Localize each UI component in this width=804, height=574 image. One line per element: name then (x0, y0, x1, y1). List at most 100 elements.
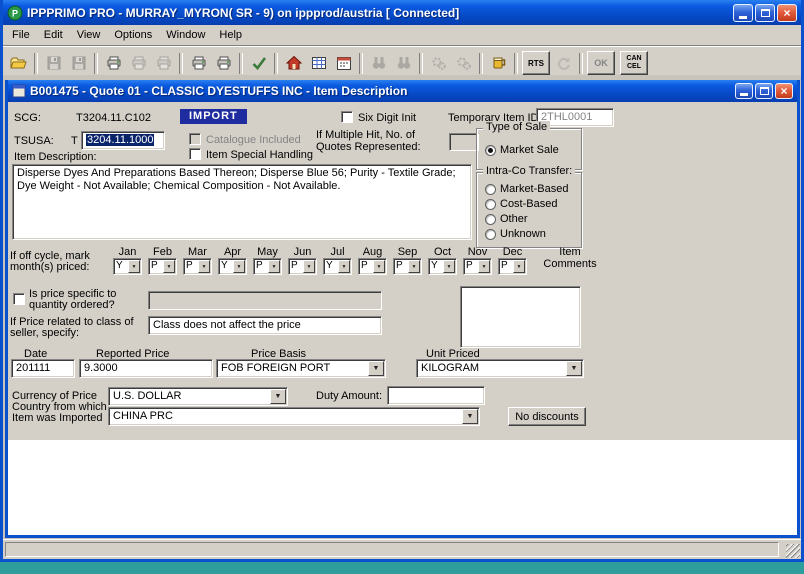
stein-icon[interactable] (486, 51, 511, 76)
resize-grip[interactable] (786, 544, 800, 558)
chevron-down-icon[interactable]: ▼ (268, 260, 280, 273)
country-label-line2: Item was Imported (12, 412, 102, 424)
month-jan-select[interactable]: Y▼ (113, 258, 142, 275)
chevron-down-icon[interactable]: ▼ (462, 409, 478, 424)
month-dec-select[interactable]: P▼ (498, 258, 527, 275)
menu-file[interactable]: File (5, 27, 37, 43)
month-jun-value: P (289, 259, 302, 274)
main-window: P IPPPRIMO PRO - MURRAY_MYRON( SR - 9) o… (0, 0, 804, 562)
document-icon (12, 84, 26, 98)
item-description-textarea[interactable]: Disperse Dyes And Preparations Based The… (12, 164, 472, 240)
menu-options[interactable]: Options (107, 27, 159, 43)
chevron-down-icon[interactable]: ▼ (566, 361, 582, 376)
price-specific-qty-checkbox[interactable] (13, 293, 25, 305)
six-digit-init-checkbox[interactable] (341, 111, 353, 123)
unit-priced-value: KILOGRAM (417, 360, 565, 377)
item-special-handling-checkbox[interactable] (189, 148, 201, 160)
other-radio-row[interactable]: Other (485, 213, 528, 225)
month-nov-value: P (464, 259, 477, 274)
scg-label: SCG: (14, 112, 41, 124)
unknown-radio-row[interactable]: Unknown (485, 228, 546, 240)
month-feb-select[interactable]: P▼ (148, 258, 177, 275)
chevron-down-icon[interactable]: ▼ (303, 260, 315, 273)
unit-priced-select[interactable]: KILOGRAM ▼ (416, 359, 584, 378)
market-based-radio-row[interactable]: Market-Based (485, 183, 568, 195)
chevron-down-icon[interactable]: ▼ (443, 260, 455, 273)
cost-based-radio-row[interactable]: Cost-Based (485, 198, 557, 210)
class-of-seller-field[interactable]: Class does not affect the price (148, 316, 382, 335)
tsusa-field[interactable]: 3204.11.1000 (81, 131, 165, 150)
month-nov-select[interactable]: P▼ (463, 258, 492, 275)
market-sale-radio-row[interactable]: Market Sale (485, 144, 559, 156)
month-jul-select[interactable]: Y▼ (323, 258, 352, 275)
chevron-down-icon[interactable]: ▼ (338, 260, 350, 273)
child-maximize-button[interactable] (755, 83, 773, 99)
print-form-icon[interactable] (186, 51, 211, 76)
rts-button[interactable]: RTS (522, 51, 550, 75)
chevron-down-icon[interactable]: ▼ (233, 260, 245, 273)
print-icon[interactable] (101, 51, 126, 76)
cancel-button[interactable]: CAN CEL (620, 51, 648, 75)
menu-edit[interactable]: Edit (37, 27, 70, 43)
reported-price-field[interactable]: 9.3000 (79, 359, 213, 378)
print-all-icon[interactable] (211, 51, 236, 76)
date-field[interactable]: 201111 (11, 359, 75, 378)
month-jun-select[interactable]: P▼ (288, 258, 317, 275)
maximize-button[interactable] (755, 4, 775, 22)
child-minimize-button[interactable] (735, 83, 753, 99)
calendar-icon[interactable] (331, 51, 356, 76)
item-comments-box[interactable] (460, 286, 581, 348)
toolbar-separator (419, 53, 423, 74)
toolbar-separator (34, 53, 38, 74)
menu-window[interactable]: Window (159, 27, 212, 43)
month-may-select[interactable]: P▼ (253, 258, 282, 275)
month-aug-select[interactable]: P▼ (358, 258, 387, 275)
menu-help[interactable]: Help (212, 27, 249, 43)
validate-check-icon[interactable] (246, 51, 271, 76)
off-cycle-label-line2: month(s) priced: (10, 261, 89, 273)
chevron-down-icon[interactable]: ▼ (478, 260, 490, 273)
other-radio[interactable] (485, 214, 496, 225)
month-aug-value: P (359, 259, 372, 274)
ok-label: OK (594, 58, 608, 68)
toolbar-separator (479, 53, 483, 74)
duty-amount-field[interactable] (387, 386, 485, 405)
month-col-mar: MarP▼ (183, 246, 212, 275)
chevron-down-icon[interactable]: ▼ (163, 260, 175, 273)
duty-amount-label: Duty Amount: (316, 390, 382, 402)
month-col-jan: JanY▼ (113, 246, 142, 275)
chevron-down-icon[interactable]: ▼ (128, 260, 140, 273)
month-apr-select[interactable]: Y▼ (218, 258, 247, 275)
no-discounts-button[interactable]: No discounts (508, 407, 586, 426)
market-based-radio-label: Market-Based (500, 183, 568, 195)
minimize-button[interactable] (733, 4, 753, 22)
chevron-down-icon[interactable]: ▼ (270, 389, 286, 404)
month-oct-select[interactable]: Y▼ (428, 258, 457, 275)
unknown-radio[interactable] (485, 229, 496, 240)
open-folder-icon[interactable] (6, 51, 31, 76)
price-basis-select[interactable]: FOB FOREIGN PORT ▼ (216, 359, 386, 378)
redo-icon (551, 51, 576, 76)
menubar: File Edit View Options Window Help (3, 25, 801, 46)
toolbar-separator (239, 53, 243, 74)
chevron-down-icon[interactable]: ▼ (373, 260, 385, 273)
toolbar-separator (94, 53, 98, 74)
chevron-down-icon[interactable]: ▼ (408, 260, 420, 273)
table-grid-icon[interactable] (306, 51, 331, 76)
menu-view[interactable]: View (70, 27, 108, 43)
chevron-down-icon[interactable]: ▼ (198, 260, 210, 273)
month-col-may: MayP▼ (253, 246, 282, 275)
close-button[interactable]: × (777, 4, 797, 22)
country-select[interactable]: CHINA PRC ▼ (108, 407, 480, 426)
svg-text:P: P (12, 8, 18, 18)
currency-select[interactable]: U.S. DOLLAR ▼ (108, 387, 288, 406)
month-mar-select[interactable]: P▼ (183, 258, 212, 275)
chevron-down-icon[interactable]: ▼ (513, 260, 525, 273)
child-close-button[interactable]: × (775, 83, 793, 99)
market-based-radio[interactable] (485, 184, 496, 195)
market-sale-radio[interactable] (485, 145, 496, 156)
month-sep-select[interactable]: P▼ (393, 258, 422, 275)
cost-based-radio[interactable] (485, 199, 496, 210)
chevron-down-icon[interactable]: ▼ (368, 361, 384, 376)
home-icon[interactable] (281, 51, 306, 76)
